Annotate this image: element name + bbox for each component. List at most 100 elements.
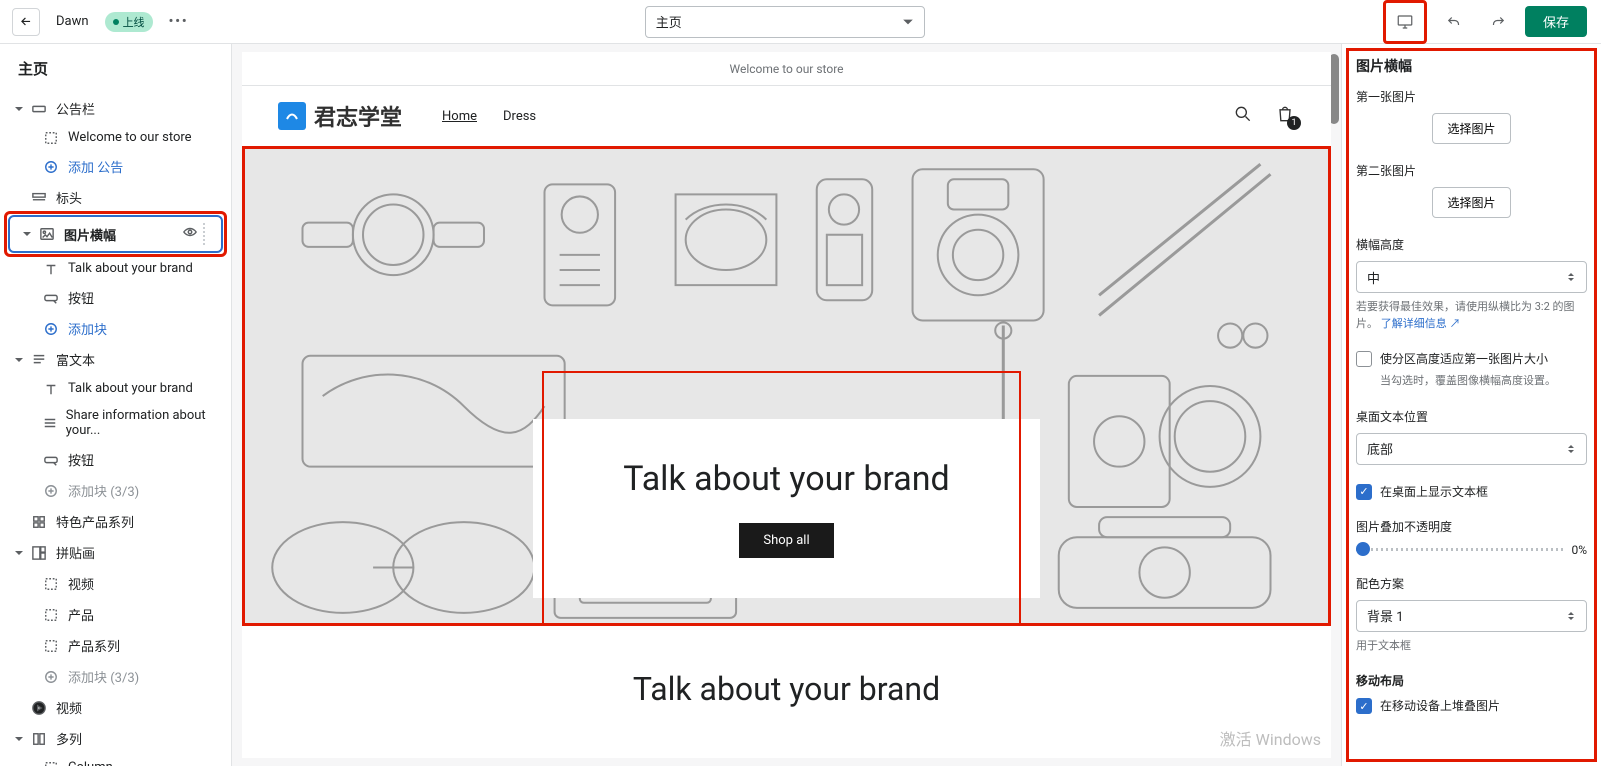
show-textbox-label: 在桌面上显示文本框: [1380, 483, 1488, 500]
shop-all-button[interactable]: Shop all: [739, 523, 833, 558]
button-icon: [42, 291, 60, 305]
placeholder-icon: [42, 577, 60, 591]
settings-panel: 图片横幅 第一张图片 选择图片 第二张图片 选择图片 横幅高度 中 若要获得最佳…: [1341, 44, 1601, 766]
rich-text-section: Talk about your brand: [242, 626, 1331, 752]
opacity-slider[interactable]: [1356, 548, 1563, 551]
visibility-toggle[interactable]: [183, 225, 197, 243]
logo-mark-icon: [278, 102, 306, 130]
cart-icon[interactable]: 1: [1275, 104, 1295, 128]
plus-icon: [42, 160, 60, 174]
collage-icon: [30, 546, 48, 560]
columns-icon: [30, 732, 48, 746]
overlay-opacity-label: 图片叠加不透明度: [1356, 518, 1587, 535]
block-collection[interactable]: 产品系列: [0, 630, 231, 661]
add-block-rt: 添加块 (3/3): [0, 475, 231, 506]
block-product[interactable]: 产品: [0, 599, 231, 630]
text-position-label: 桌面文本位置: [1356, 408, 1587, 425]
nav-home[interactable]: Home: [442, 109, 477, 124]
section-announcement-bar[interactable]: 公告栏: [0, 93, 231, 124]
search-icon[interactable]: [1233, 104, 1253, 124]
sidebar-title: 主页: [0, 44, 231, 93]
save-button[interactable]: 保存: [1525, 6, 1587, 37]
banner-heading: Talk about your brand: [623, 459, 949, 499]
add-announcement[interactable]: 添加 公告: [0, 151, 231, 182]
page-select-value: 主页: [656, 12, 682, 31]
banner-height-select[interactable]: 中: [1356, 261, 1587, 293]
placeholder-icon: [42, 639, 60, 653]
height-hint: 若要获得最佳效果，请使用纵横比为 3:2 的图片。 了解详细信息 ↗: [1356, 299, 1587, 332]
announcement-icon: [30, 102, 48, 116]
section-featured-collection[interactable]: 特色产品系列: [0, 506, 231, 537]
select-image-2-button[interactable]: 选择图片: [1432, 187, 1510, 218]
plus-icon: [42, 670, 60, 684]
text-icon: [42, 382, 60, 396]
richtext-heading: Talk about your brand: [242, 670, 1331, 708]
add-block-banner[interactable]: 添加块: [0, 313, 231, 344]
stack-mobile-label: 在移动设备上堆叠图片: [1380, 697, 1500, 714]
section-header[interactable]: 标头: [0, 182, 231, 213]
block-rt-text[interactable]: Share information about your...: [0, 402, 231, 444]
page-select[interactable]: 主页: [645, 6, 925, 38]
color-scheme-select[interactable]: 背景 1: [1356, 600, 1587, 632]
preview-pane: Welcome to our store 君志学堂 Home Dress 1: [232, 44, 1341, 766]
store-header: 君志学堂 Home Dress 1: [242, 86, 1331, 146]
learn-more-link[interactable]: 了解详细信息 ↗: [1381, 317, 1461, 330]
mobile-layout-label: 移动布局: [1356, 672, 1587, 689]
color-scheme-label: 配色方案: [1356, 575, 1587, 592]
announcement-bar: Welcome to our store: [242, 52, 1331, 86]
select-arrows-icon: [1566, 611, 1576, 621]
caret-down-icon: [14, 549, 24, 557]
section-label: 公告栏: [56, 99, 95, 118]
stack-mobile-checkbox[interactable]: [1356, 698, 1372, 714]
block-video[interactable]: 视频: [0, 568, 231, 599]
select-arrows-icon: [1566, 272, 1576, 282]
section-collage[interactable]: 拼贴画: [0, 537, 231, 568]
adapt-height-label: 使分区高度适应第一张图片大小: [1380, 350, 1548, 367]
section-multicolumn[interactable]: 多列: [0, 723, 231, 754]
nav-dress[interactable]: Dress: [503, 109, 536, 124]
banner-height-label: 横幅高度: [1356, 236, 1587, 253]
status-pill: 上线: [105, 12, 153, 32]
image-banner-section[interactable]: Talk about your brand Shop all: [242, 146, 1331, 626]
paragraph-icon: [42, 416, 58, 430]
slider-thumb[interactable]: [1356, 542, 1370, 556]
top-bar: Dawn 上线 ••• 主页 保存: [0, 0, 1601, 44]
text-position-select[interactable]: 底部: [1356, 433, 1587, 465]
second-image-label: 第二张图片: [1356, 162, 1587, 179]
sections-sidebar: 主页 公告栏 Welcome to our store 添加 公告 标头 图片横…: [0, 44, 232, 766]
play-icon: [30, 701, 48, 715]
text-icon: [42, 262, 60, 276]
placeholder-icon: [42, 131, 60, 145]
store-logo[interactable]: 君志学堂: [278, 100, 402, 132]
undo-button[interactable]: [1437, 5, 1471, 39]
button-icon: [42, 453, 60, 467]
desktop-view-button[interactable]: [1388, 5, 1422, 39]
scheme-hint: 用于文本框: [1356, 638, 1587, 655]
drag-handle[interactable]: [203, 223, 211, 245]
plus-icon: [42, 484, 60, 498]
more-button[interactable]: •••: [169, 14, 189, 29]
first-image-label: 第一张图片: [1356, 88, 1587, 105]
section-rich-text[interactable]: 富文本: [0, 344, 231, 375]
show-textbox-checkbox[interactable]: [1356, 484, 1372, 500]
back-button[interactable]: [12, 8, 40, 36]
plus-icon: [42, 322, 60, 336]
select-image-1-button[interactable]: 选择图片: [1432, 113, 1510, 144]
caret-down-icon: [14, 105, 24, 113]
section-image-banner[interactable]: 图片横幅: [10, 217, 221, 251]
block-announcement[interactable]: Welcome to our store: [0, 124, 231, 151]
section-video[interactable]: 视频: [0, 692, 231, 723]
placeholder-icon: [42, 761, 60, 766]
image-icon: [38, 227, 56, 241]
select-arrows-icon: [1566, 444, 1576, 454]
redo-button[interactable]: [1481, 5, 1515, 39]
preview-canvas: Welcome to our store 君志学堂 Home Dress 1: [242, 52, 1331, 758]
block-rt-button[interactable]: 按钮: [0, 444, 231, 475]
caret-down-icon: [14, 735, 24, 743]
block-column[interactable]: Column: [0, 754, 231, 766]
block-heading[interactable]: Talk about your brand: [0, 255, 231, 282]
adapt-height-checkbox[interactable]: [1356, 351, 1372, 367]
block-button[interactable]: 按钮: [0, 282, 231, 313]
block-rt-heading[interactable]: Talk about your brand: [0, 375, 231, 402]
placeholder-icon: [42, 608, 60, 622]
